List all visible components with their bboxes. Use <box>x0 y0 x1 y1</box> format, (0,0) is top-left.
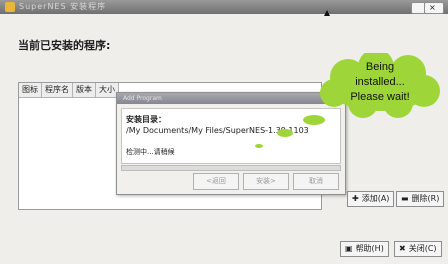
dialog-buttons: <返回 安装> 取消 <box>193 173 339 190</box>
table-header: 图标 程序名 版本 大小 <box>19 83 119 98</box>
close-window-button[interactable]: × <box>424 2 444 14</box>
install-directory-label: 安装目录： <box>126 115 166 124</box>
close-icon: ✖ <box>399 244 406 253</box>
cancel-button[interactable]: 取消 <box>293 173 339 190</box>
delete-icon: ▬ <box>401 194 409 203</box>
delete-button[interactable]: ▬ 删除(R) <box>396 191 445 207</box>
close-button[interactable]: ✖ 关闭(C) <box>394 241 442 257</box>
installer-window: SuperNES 安装程序 × 当前已安装的程序: 图标 程序名 版本 大小 A… <box>0 0 448 264</box>
bubble-line-3: Please wait! <box>350 91 410 103</box>
bubble-text: Being installed... Please wait! <box>318 60 442 105</box>
add-button-label: 添加(A) <box>361 194 390 203</box>
add-button[interactable]: ✚ 添加(A) <box>347 191 395 207</box>
app-icon <box>5 2 15 12</box>
delete-button-label: 删除(R) <box>411 194 440 203</box>
column-header-version[interactable]: 版本 <box>73 83 96 97</box>
bubble-line-1: Being <box>365 61 395 73</box>
dialog-title: Add Program <box>117 93 345 104</box>
progress-bar <box>121 165 341 171</box>
add-icon: ✚ <box>352 194 359 203</box>
help-button[interactable]: ▣ 帮助(H) <box>340 241 389 257</box>
close-button-label: 关闭(C) <box>408 244 437 253</box>
help-icon: ▣ <box>345 244 353 253</box>
mouse-cursor-icon <box>324 10 330 16</box>
window-title: SuperNES 安装程序 <box>19 2 107 11</box>
install-button[interactable]: 安装> <box>243 173 289 190</box>
installing-cloud-bubble: Being installed... Please wait! <box>318 49 442 119</box>
bubble-line-2: installed... <box>355 76 405 88</box>
column-header-name[interactable]: 程序名 <box>42 83 73 97</box>
detecting-status: 检测中...请稍候 <box>126 148 175 156</box>
installed-programs-label: 当前已安装的程序: <box>18 39 111 52</box>
bubble-trail-icon <box>255 115 325 148</box>
back-button[interactable]: <返回 <box>193 173 239 190</box>
title-bar: SuperNES 安装程序 × <box>0 0 448 14</box>
help-button-label: 帮助(H) <box>355 244 384 253</box>
column-header-icon[interactable]: 图标 <box>19 83 42 97</box>
